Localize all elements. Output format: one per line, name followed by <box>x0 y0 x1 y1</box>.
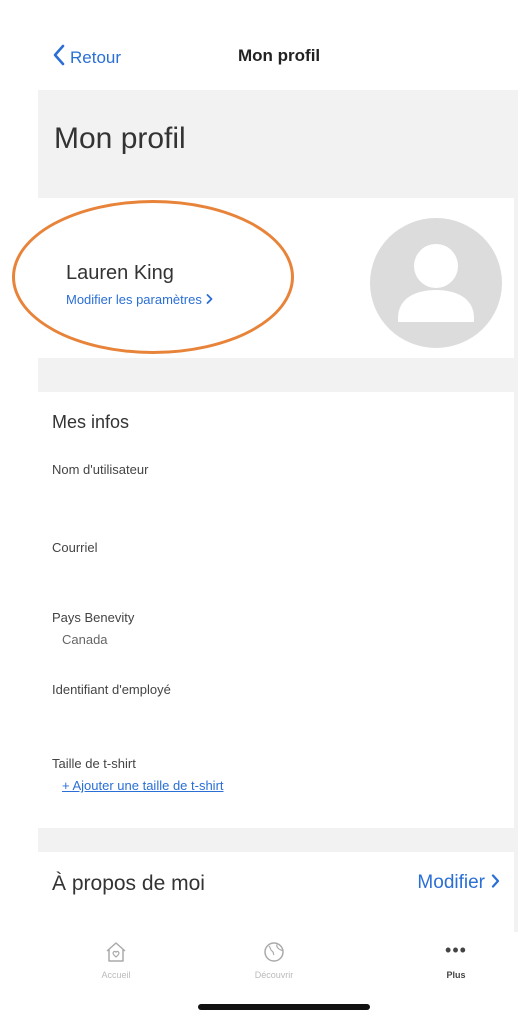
tab-home-label: Accueil <box>101 970 131 980</box>
about-card: À propos de moi Modifier <box>38 852 514 932</box>
my-info-title: Mes infos <box>52 412 130 432</box>
home-icon <box>106 942 126 962</box>
chevron-right-icon <box>491 872 500 894</box>
back-label: Retour <box>70 47 122 67</box>
edit-about-label: Modifier <box>417 872 485 893</box>
tab-discover-label: Découvrir <box>254 970 294 980</box>
tab-more-label: Plus <box>446 970 466 980</box>
my-info-card: Mes infos Nom d'utilisateur Courriel Pay… <box>38 392 514 828</box>
globe-icon <box>264 942 284 962</box>
more-icon: ••• <box>445 940 467 960</box>
page-title: Mon profil <box>54 122 186 155</box>
profile-name: Lauren King <box>66 262 174 284</box>
about-title: À propos de moi <box>52 872 205 895</box>
avatar[interactable] <box>370 218 502 348</box>
username-label: Nom d'utilisateur <box>52 462 149 477</box>
nav-title: Mon profil <box>238 46 321 65</box>
country-value: Canada <box>62 632 108 647</box>
tab-more[interactable]: ••• Plus <box>416 940 496 980</box>
back-button[interactable]: Retour <box>52 44 121 71</box>
tshirt-size-label: Taille de t-shirt <box>52 756 136 771</box>
chevron-right-icon <box>206 292 213 307</box>
add-tshirt-size-link[interactable]: + Ajouter une taille de t-shirt <box>62 778 224 793</box>
home-indicator <box>198 1004 370 1010</box>
nav-bar: Retour Mon profil <box>0 0 518 90</box>
country-label: Pays Benevity <box>52 610 135 625</box>
tab-discover[interactable]: Découvrir <box>234 940 314 980</box>
edit-about-button[interactable]: Modifier <box>417 872 500 894</box>
chevron-left-icon <box>52 44 66 71</box>
employee-id-label: Identifiant d'employé <box>52 682 171 697</box>
settings-link-label: Modifier les paramètres <box>66 292 202 307</box>
profile-card: Lauren King Modifier les paramètres <box>38 198 514 358</box>
profile-page: Mon profil Lauren King Modifier les para… <box>38 90 518 932</box>
user-icon <box>398 244 474 322</box>
settings-link[interactable]: Modifier les paramètres <box>66 292 213 307</box>
tab-home[interactable]: Accueil <box>76 940 156 980</box>
email-label: Courriel <box>52 540 98 555</box>
